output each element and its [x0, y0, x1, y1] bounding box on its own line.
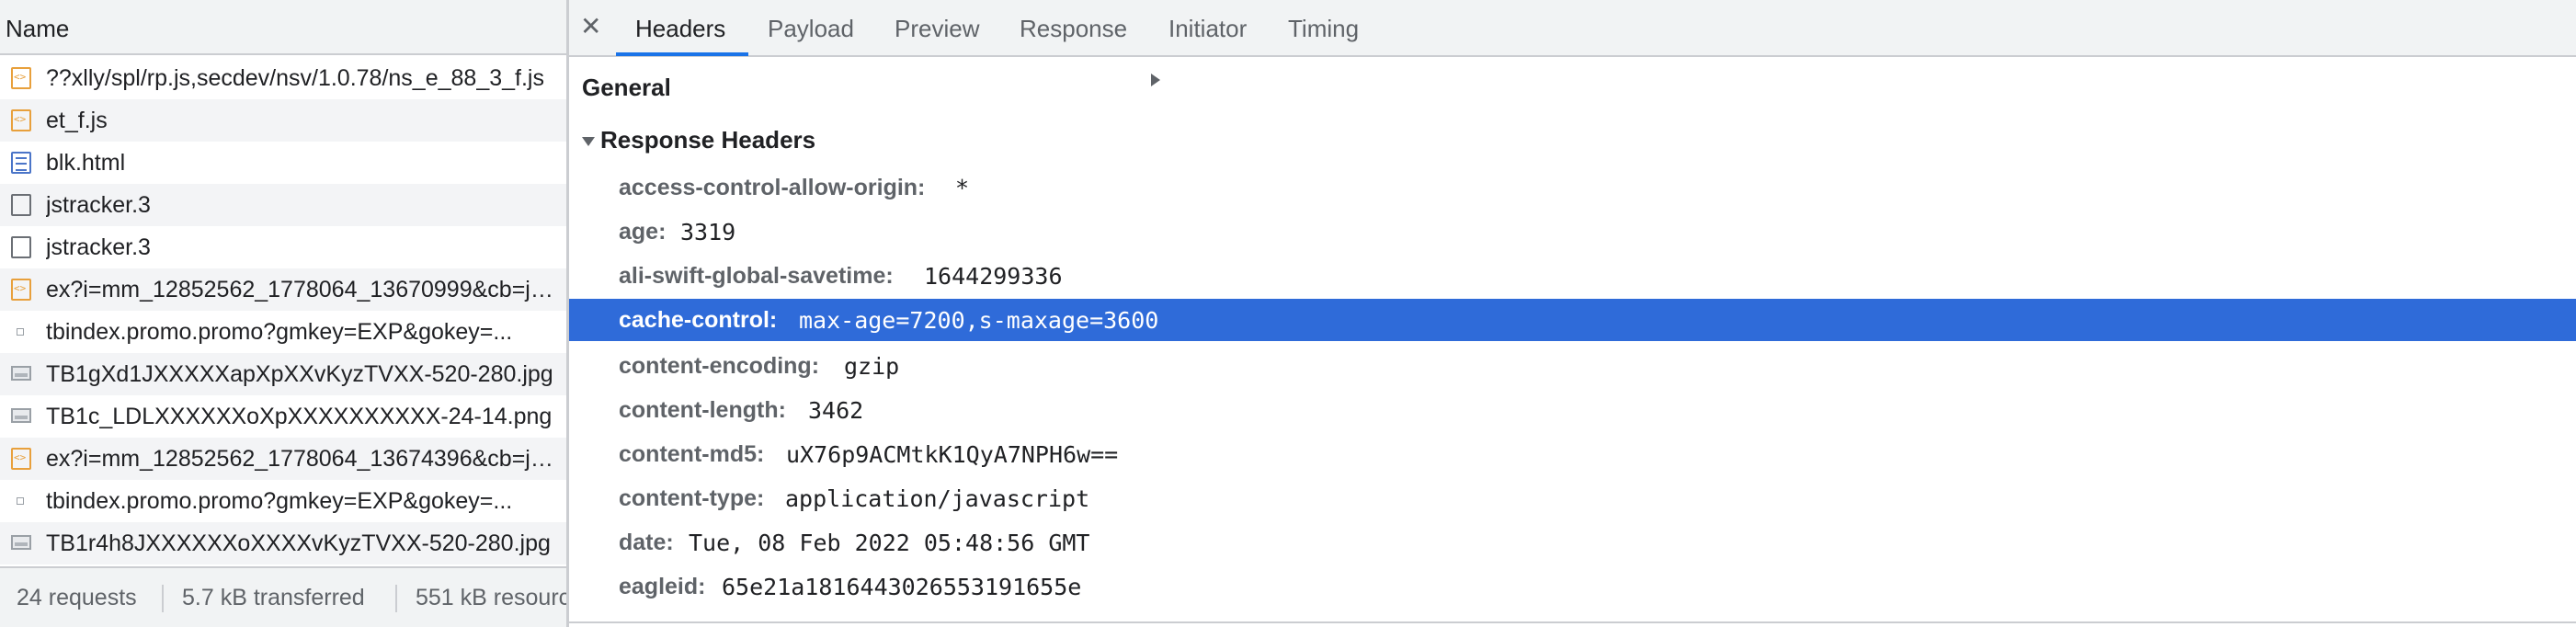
- header-row[interactable]: date: Tue, 08 Feb 2022 05:48:56 GMT: [569, 521, 2576, 564]
- request-row[interactable]: et_f.js: [0, 99, 566, 142]
- script-icon: [11, 448, 31, 470]
- tab-headers[interactable]: Headers: [635, 15, 725, 43]
- active-tab-indicator: [616, 52, 748, 56]
- status-bar: 24 requests 5.7 kB transferred 551 kB re…: [0, 566, 566, 627]
- request-name: tbindex.promo.promo?gmkey=EXP&gokey=...: [46, 488, 513, 514]
- script-icon: [11, 109, 31, 131]
- header-name: date:: [619, 530, 674, 555]
- header-row[interactable]: age: 3319: [569, 211, 2576, 253]
- request-rows: ??xlly/spl/rp.js,secdev/nsv/1.0.78/ns_e_…: [0, 57, 566, 564]
- header-name: content-type:: [619, 485, 765, 511]
- document-icon: [11, 152, 31, 174]
- header-row-selected[interactable]: cache-control: max-age=7200,s-maxage=360…: [569, 299, 2576, 341]
- header-row[interactable]: content-encoding: gzip: [569, 345, 2576, 387]
- header-row[interactable]: content-length: 3462: [569, 389, 2576, 431]
- request-row[interactable]: blk.html: [0, 142, 566, 184]
- request-row[interactable]: jstracker.3: [0, 184, 566, 226]
- small-file-icon: [17, 328, 24, 336]
- request-name: TB1r4h8JXXXXXXoXXXXvKyzTVXX-520-280.jpg: [46, 530, 551, 556]
- blank-file-icon: [11, 194, 31, 216]
- tab-payload[interactable]: Payload: [768, 15, 854, 43]
- script-icon: [11, 279, 31, 301]
- small-file-icon: [17, 497, 24, 505]
- request-name: tbindex.promo.promo?gmkey=EXP&gokey=...: [46, 319, 513, 345]
- request-row[interactable]: jstracker.3: [0, 226, 566, 268]
- header-name: ali-swift-global-savetime:: [619, 263, 894, 289]
- header-row[interactable]: ali-swift-global-savetime: 1644299336: [569, 255, 2576, 297]
- script-icon: [11, 67, 31, 89]
- tab-preview[interactable]: Preview: [895, 15, 979, 43]
- request-name: blk.html: [46, 150, 126, 176]
- blank-file-icon: [11, 236, 31, 258]
- request-list-pane: Name ??xlly/spl/rp.js,secdev/nsv/1.0.78/…: [0, 0, 569, 627]
- response-headers-section-toggle[interactable]: Response Headers: [582, 126, 815, 154]
- request-name: ??xlly/spl/rp.js,secdev/nsv/1.0.78/ns_e_…: [46, 65, 544, 91]
- tab-timing[interactable]: Timing: [1288, 15, 1359, 43]
- general-section-toggle[interactable]: General: [582, 74, 1160, 102]
- header-value: 65e21a1816443026553191655e: [722, 574, 1082, 600]
- header-value: 3462: [808, 397, 864, 424]
- request-name: et_f.js: [46, 108, 108, 133]
- header-value: max-age=7200,s-maxage=3600: [799, 307, 1159, 334]
- collapse-arrow-icon: [582, 137, 595, 147]
- header-name: content-md5:: [619, 441, 765, 467]
- request-name: TB1c_LDLXXXXXXoXpXXXXXXXXXX-24-14.png: [46, 404, 553, 429]
- request-row[interactable]: ex?i=mm_12852562_1778064_13674396&cb=jso…: [0, 438, 566, 480]
- header-name: access-control-allow-origin:: [619, 175, 926, 200]
- transferred-size: 5.7 kB transferred: [182, 585, 365, 610]
- divider: [395, 585, 397, 612]
- devtools-network-panel: Name ??xlly/spl/rp.js,secdev/nsv/1.0.78/…: [0, 0, 2576, 627]
- header-value: Tue, 08 Feb 2022 05:48:56 GMT: [689, 530, 1090, 556]
- header-name: content-encoding:: [619, 353, 820, 379]
- divider: [162, 585, 164, 612]
- header-row[interactable]: content-type: application/javascript: [569, 477, 2576, 519]
- header-value: *: [955, 175, 970, 201]
- request-row[interactable]: ex?i=mm_12852562_1778064_13670999&cb=jso…: [0, 268, 566, 311]
- header-value: application/javascript: [785, 485, 1090, 512]
- name-column-label: Name: [6, 15, 70, 42]
- expand-arrow-icon: [1151, 74, 1160, 86]
- header-value: 3319: [680, 219, 736, 245]
- request-row[interactable]: tbindex.promo.promo?gmkey=EXP&gokey=...: [0, 311, 566, 353]
- request-name: ex?i=mm_12852562_1778064_13674396&cb=jso…: [46, 446, 553, 472]
- header-value: 1644299336: [924, 263, 1063, 290]
- image-icon: [11, 408, 31, 423]
- general-section-title: General: [582, 74, 671, 101]
- close-icon[interactable]: ✕: [580, 11, 601, 41]
- request-name: TB1gXd1JXXXXXapXpXXvKyzTVXX-520-280.jpg: [46, 361, 553, 387]
- request-name: jstracker.3: [46, 192, 151, 218]
- header-name: content-length:: [619, 397, 786, 423]
- request-row[interactable]: ??xlly/spl/rp.js,secdev/nsv/1.0.78/ns_e_…: [0, 57, 566, 99]
- header-row[interactable]: eagleid: 65e21a1816443026553191655e: [569, 565, 2576, 608]
- request-row[interactable]: tbindex.promo.promo?gmkey=EXP&gokey=...: [0, 480, 566, 522]
- header-row[interactable]: content-md5: uX76p9ACMtkK1QyA7NPH6w==: [569, 433, 2576, 475]
- header-name: cache-control:: [619, 307, 778, 333]
- request-count: 24 requests: [17, 585, 137, 610]
- request-name: jstracker.3: [46, 234, 151, 260]
- header-name: age:: [619, 219, 667, 245]
- resources-size: 551 kB resources: [416, 585, 566, 610]
- header-row[interactable]: access-control-allow-origin: *: [569, 166, 2576, 209]
- header-name: eagleid:: [619, 574, 706, 599]
- request-name: ex?i=mm_12852562_1778064_13670999&cb=jso…: [46, 277, 553, 302]
- image-icon: [11, 535, 31, 550]
- request-row[interactable]: TB1c_LDLXXXXXXoXpXXXXXXXXXX-24-14.png: [0, 395, 566, 438]
- tab-initiator[interactable]: Initiator: [1168, 15, 1247, 43]
- header-value: uX76p9ACMtkK1QyA7NPH6w==: [786, 441, 1119, 468]
- divider: [569, 621, 2576, 623]
- name-column-header[interactable]: Name: [0, 0, 566, 55]
- request-detail-pane: ✕ Headers Payload Preview Response Initi…: [569, 0, 2576, 627]
- tab-response[interactable]: Response: [1020, 15, 1127, 43]
- request-row[interactable]: TB1r4h8JXXXXXXoXXXXvKyzTVXX-520-280.jpg: [0, 522, 566, 564]
- image-icon: [11, 366, 31, 381]
- detail-tab-bar: ✕ Headers Payload Preview Response Initi…: [569, 0, 2576, 57]
- response-headers-section-title: Response Headers: [600, 126, 816, 154]
- header-value: gzip: [844, 353, 900, 380]
- request-row[interactable]: TB1gXd1JXXXXXapXpXXvKyzTVXX-520-280.jpg: [0, 353, 566, 395]
